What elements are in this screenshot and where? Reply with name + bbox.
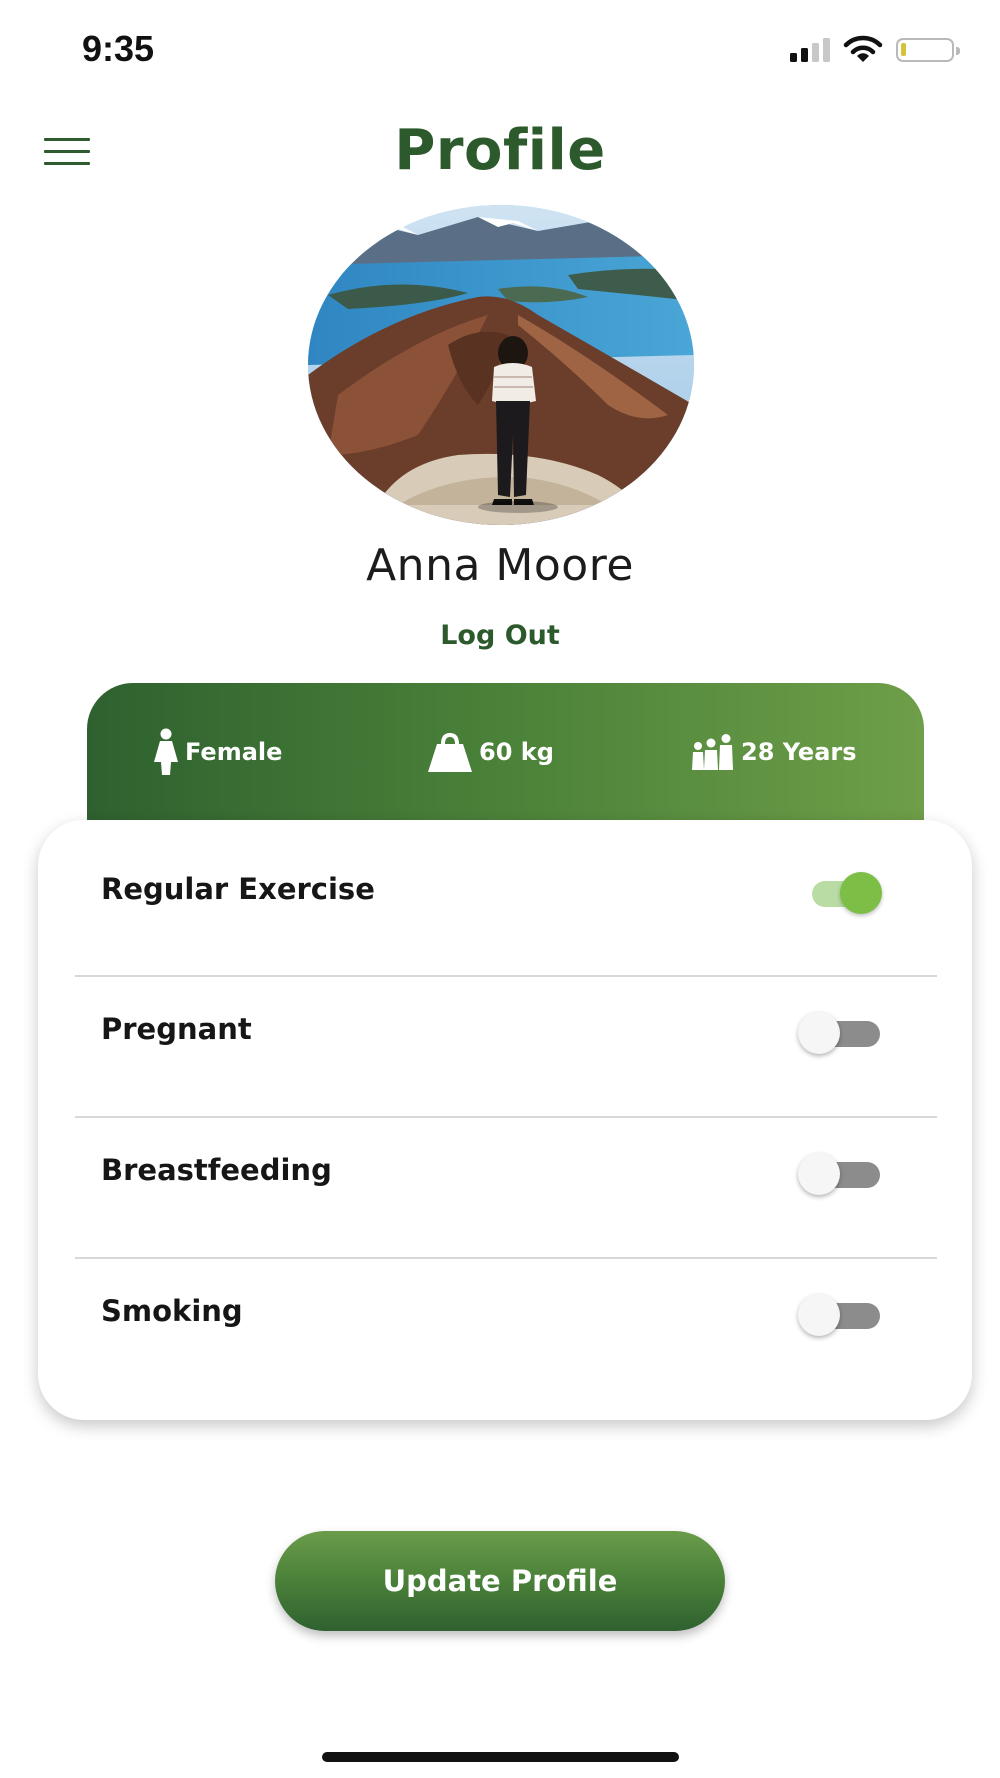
wifi-icon [843, 35, 883, 62]
status-time: 9:35 [82, 28, 155, 69]
stat-gender: Female [153, 727, 282, 777]
setting-row-smoking: Smoking [38, 1242, 972, 1382]
setting-label: Pregnant [101, 1012, 252, 1046]
update-profile-button[interactable]: Update Profile [275, 1531, 725, 1631]
user-name: Anna Moore [366, 540, 634, 591]
setting-label: Smoking [101, 1294, 243, 1328]
avatar[interactable] [308, 205, 694, 525]
female-icon [154, 728, 178, 775]
stat-weight-label: 60 kg [479, 738, 554, 766]
regular-exercise-toggle[interactable] [802, 872, 882, 914]
family-icon [692, 734, 733, 770]
setting-row-pregnant: Pregnant [38, 960, 972, 1100]
breastfeeding-toggle[interactable] [798, 1153, 882, 1195]
setting-label: Regular Exercise [101, 872, 375, 906]
stat-gender-label: Female [185, 738, 283, 766]
health-settings-card: Regular Exercise Pregnant Breastfeeding … [38, 820, 972, 1420]
smoking-toggle[interactable] [798, 1294, 882, 1336]
stat-age: 28 Years [691, 727, 857, 777]
setting-label: Breastfeeding [101, 1153, 332, 1187]
profile-stats-band: Female 60 kg 28 Years [87, 683, 924, 833]
setting-row-breastfeeding: Breastfeeding [38, 1101, 972, 1241]
setting-row-regular-exercise: Regular Exercise [38, 820, 972, 960]
home-indicator[interactable] [322, 1752, 679, 1762]
pregnant-toggle[interactable] [798, 1012, 882, 1054]
weight-icon [428, 732, 472, 772]
cellular-signal-icon [790, 38, 830, 62]
stat-weight: 60 kg [427, 727, 554, 777]
page-title: Profile [394, 118, 606, 183]
stat-age-label: 28 Years [741, 738, 857, 766]
logout-link[interactable]: Log Out [0, 620, 1000, 651]
status-bar: 9:35 [0, 0, 1000, 100]
battery-icon [896, 38, 960, 62]
